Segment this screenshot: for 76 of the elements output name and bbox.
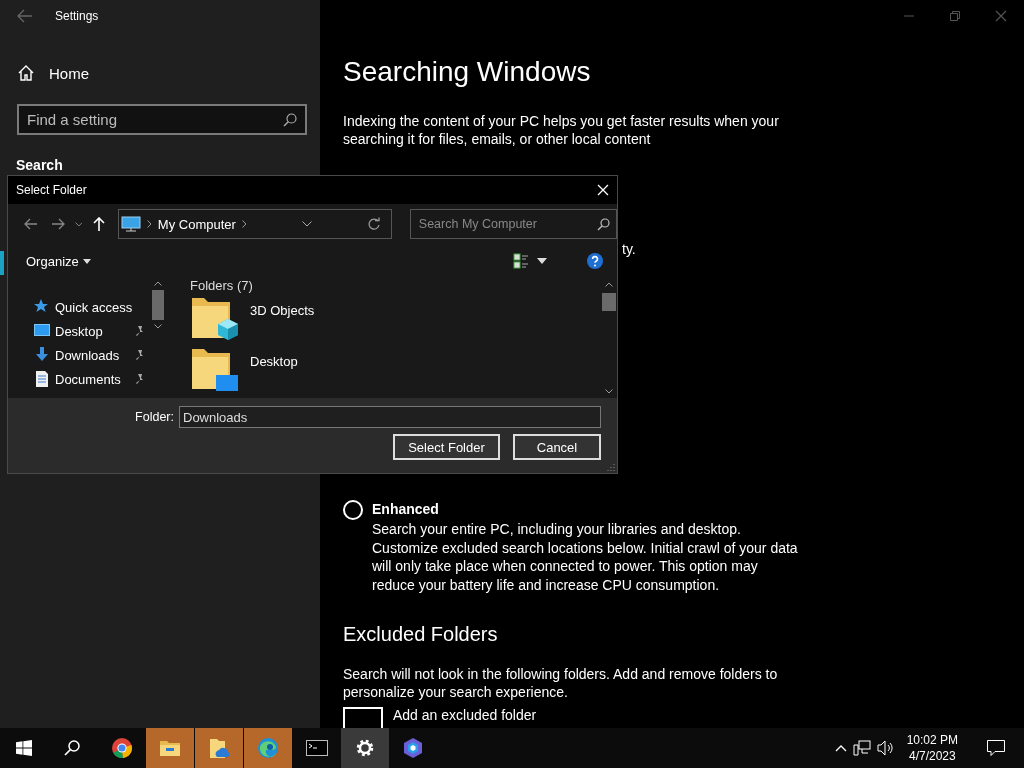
- download-icon: [34, 347, 50, 363]
- nav-item[interactable]: Documents: [34, 370, 150, 388]
- folder-cloud-icon: [208, 737, 230, 759]
- selection-bar: [0, 251, 4, 275]
- chevron-up-icon[interactable]: [834, 744, 847, 752]
- section-heading: Search: [16, 157, 64, 173]
- select-folder-button[interactable]: Select Folder: [393, 434, 500, 460]
- notification-icon[interactable]: [987, 740, 1005, 756]
- scrollbar-thumb[interactable]: [602, 293, 616, 311]
- description-text: Search will not look in the following folders. Add and remove folders to personalize your search experience.: [343, 665, 779, 701]
- add-folder-label[interactable]: Add an excluded folder: [393, 707, 537, 723]
- option-label: Enhanced: [372, 500, 440, 518]
- chrome-icon: [111, 737, 133, 759]
- nav-item[interactable]: Quick access: [34, 298, 150, 316]
- folder-name[interactable]: 3D Objects: [250, 303, 315, 318]
- caret-icon: [82, 258, 91, 264]
- radio-button[interactable]: [343, 500, 363, 520]
- terminal-icon: [306, 737, 328, 759]
- restore-icon[interactable]: [950, 11, 960, 21]
- organize-button[interactable]: Organize: [26, 253, 91, 269]
- dialog-title: Select Folder: [16, 183, 87, 197]
- search-box[interactable]: Find a setting: [17, 104, 307, 135]
- windows-logo-icon: [16, 740, 32, 756]
- clock[interactable]: 10:02 PM 4/7/2023: [906, 732, 958, 764]
- desktop-icon: [34, 323, 50, 339]
- taskbar-app[interactable]: [341, 728, 389, 768]
- chevron-right-icon: [146, 220, 152, 228]
- search-icon[interactable]: [283, 112, 297, 127]
- cancel-button[interactable]: Cancel: [513, 434, 601, 460]
- scrollbar-thumb[interactable]: [152, 290, 164, 320]
- refresh-icon[interactable]: [366, 217, 381, 231]
- paragraph-text: ty.: [622, 240, 637, 258]
- chevron-down-icon[interactable]: [301, 221, 312, 227]
- chevron-right-icon: [241, 220, 247, 228]
- up-arrow-icon[interactable]: [93, 217, 106, 231]
- network-icon[interactable]: [852, 740, 871, 756]
- option-description: Search your entire PC, including your libraries and desktop. Customize excluded search locations below. Initial crawl of your data will only take place when connected to power. This option may reduce your battery life and increase CPU consumption.: [372, 520, 799, 594]
- folder-icon: [190, 296, 240, 342]
- back-arrow-icon[interactable]: [17, 9, 33, 23]
- view-options-icon[interactable]: [513, 253, 529, 269]
- group-header: Folders (7): [190, 278, 254, 294]
- chevron-down-icon[interactable]: [74, 221, 83, 227]
- caret-icon[interactable]: [537, 258, 547, 264]
- folder-field[interactable]: Downloads: [179, 406, 601, 428]
- folder-icon: [190, 347, 240, 393]
- scroll-down-icon[interactable]: [154, 324, 162, 329]
- home-link[interactable]: Home: [49, 64, 89, 82]
- field-label: Folder:: [135, 410, 174, 424]
- scroll-up-icon[interactable]: [605, 282, 613, 287]
- search-icon[interactable]: [597, 217, 610, 231]
- nav-item[interactable]: Desktop: [34, 322, 150, 340]
- section-heading: Excluded Folders: [343, 622, 499, 647]
- search-icon: [64, 740, 80, 756]
- gear-icon: [354, 737, 376, 759]
- breadcrumb-item[interactable]: My Computer: [157, 216, 236, 232]
- hexagon-app-icon: [402, 737, 424, 759]
- help-icon[interactable]: [587, 253, 603, 269]
- back-arrow-icon[interactable]: [23, 218, 38, 230]
- search-box[interactable]: Search My Computer: [409, 209, 617, 239]
- page-title: Searching Windows: [343, 55, 592, 89]
- folder-name[interactable]: Desktop: [250, 354, 298, 369]
- address-bar[interactable]: My Computer: [117, 209, 392, 239]
- volume-icon[interactable]: [876, 740, 895, 756]
- home-icon[interactable]: [17, 64, 35, 82]
- intro-text: Indexing the content of your PC helps you get faster results when your searching it for files, emails, or other local content: [343, 112, 780, 148]
- forward-arrow-icon[interactable]: [51, 218, 66, 230]
- resize-grip-icon[interactable]: [607, 463, 615, 471]
- browser-icon: [257, 737, 279, 759]
- scroll-down-icon[interactable]: [605, 389, 613, 394]
- computer-icon: [120, 216, 141, 232]
- scroll-up-icon[interactable]: [154, 281, 162, 286]
- search-field[interactable]: Search My Computer: [416, 216, 597, 232]
- search-field[interactable]: Find a setting: [27, 111, 283, 128]
- nav-item[interactable]: Downloads: [34, 346, 150, 364]
- document-icon: [34, 371, 50, 387]
- window-title: Settings: [55, 9, 99, 23]
